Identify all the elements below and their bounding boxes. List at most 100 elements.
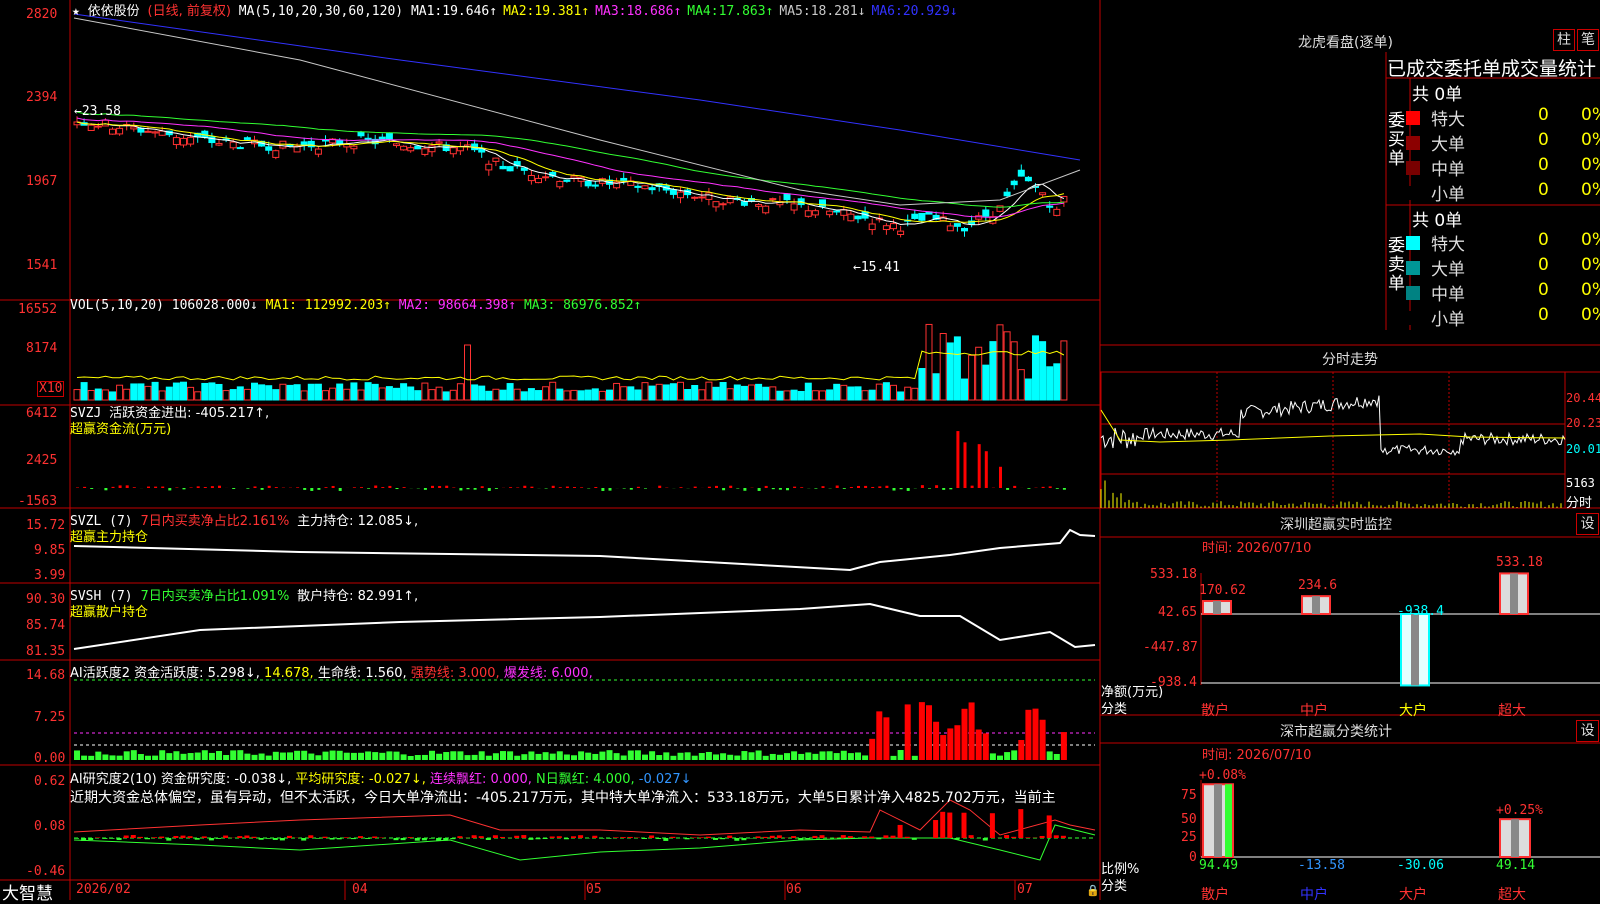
activity-bar bbox=[1011, 750, 1017, 760]
volume-bar bbox=[656, 384, 662, 400]
candle-body bbox=[720, 204, 726, 205]
fundflow-bar bbox=[850, 487, 853, 488]
activity-bar bbox=[585, 753, 591, 760]
research-bar bbox=[571, 836, 576, 838]
svsh-sub: 超赢散户持仓 bbox=[70, 601, 148, 620]
volume-bar bbox=[741, 386, 747, 400]
order-count: 0 bbox=[1538, 280, 1549, 300]
research-bar bbox=[663, 838, 668, 841]
intraday-title: 分时走势 bbox=[1322, 349, 1378, 369]
y-tick: 2820 bbox=[26, 7, 57, 22]
ma-value-4: MA4: bbox=[687, 4, 718, 19]
volume-bar bbox=[102, 390, 108, 400]
y-tick: -447.87 bbox=[1143, 640, 1198, 655]
research-bar bbox=[862, 836, 867, 838]
volume-bar bbox=[770, 387, 776, 400]
candle-body bbox=[88, 125, 94, 130]
research-bar bbox=[607, 838, 612, 839]
fundflow-bar bbox=[623, 488, 626, 489]
volume-bar bbox=[308, 384, 314, 400]
fundflow-bar bbox=[609, 488, 612, 491]
volume-bar bbox=[216, 384, 222, 400]
research-bar bbox=[756, 836, 761, 838]
monitor-settings-button[interactable]: 设 bbox=[1576, 513, 1599, 535]
candle-body bbox=[805, 211, 811, 217]
research-bar bbox=[940, 812, 945, 838]
volume-bar bbox=[990, 342, 996, 400]
volume-bar bbox=[301, 391, 307, 400]
volume-bar bbox=[749, 385, 755, 400]
sell-order-row: 特大00% bbox=[1406, 230, 1596, 254]
star-icon[interactable]: ★ bbox=[72, 4, 80, 19]
research-bar bbox=[1061, 836, 1066, 838]
y-tick: 0.62 bbox=[34, 774, 65, 789]
y-tick: 0 bbox=[1189, 850, 1197, 865]
activity-bar bbox=[706, 752, 712, 760]
y-tick: -0.46 bbox=[26, 864, 65, 879]
research-bar bbox=[954, 838, 959, 840]
classify-change-label: +0.08% bbox=[1199, 768, 1246, 783]
activity-bar bbox=[465, 755, 471, 760]
volume-bar bbox=[791, 390, 797, 400]
classify-category-label: 散户 bbox=[1201, 884, 1229, 904]
candle-body bbox=[635, 186, 641, 187]
volume-bar bbox=[436, 387, 442, 400]
volume-bar bbox=[280, 384, 286, 400]
candle-body bbox=[493, 158, 499, 161]
research-bar bbox=[1004, 835, 1009, 838]
candle-body bbox=[898, 231, 904, 234]
ai2-header: AI研究度2(10) 资金研究度: -0.038↓, 平均研究度: -0.027… bbox=[70, 768, 692, 787]
color-swatch bbox=[1406, 286, 1420, 300]
chart-canvas[interactable] bbox=[0, 0, 1600, 900]
candle-body bbox=[408, 148, 414, 151]
monitor-cat-label: 分类 bbox=[1101, 698, 1127, 717]
activity-bar bbox=[344, 753, 350, 760]
activity-bar bbox=[720, 753, 726, 760]
activity-bar bbox=[713, 754, 719, 760]
bar-mode-button[interactable]: 柱 bbox=[1553, 29, 1575, 51]
fundflow-bar bbox=[566, 487, 569, 488]
candle-body bbox=[855, 216, 861, 219]
activity-bar bbox=[834, 753, 840, 760]
fundflow-bar bbox=[999, 467, 1002, 488]
tick-mode-button[interactable]: 笔 bbox=[1577, 29, 1599, 51]
y-tick: 81.35 bbox=[26, 644, 65, 659]
fundflow-bar bbox=[83, 487, 86, 488]
fundflow-bar bbox=[438, 486, 441, 488]
volume-bar bbox=[1018, 370, 1024, 400]
vol-unit[interactable]: X10 bbox=[37, 381, 64, 397]
activity-bar bbox=[259, 754, 265, 760]
fundflow-bar bbox=[885, 486, 888, 488]
x-tick: 2026/02 bbox=[76, 882, 131, 897]
fundflow-bar bbox=[190, 487, 193, 488]
candle-body bbox=[145, 131, 151, 132]
buy-order-row: 中单00% bbox=[1406, 155, 1596, 179]
research-bar bbox=[514, 836, 519, 838]
candle-body bbox=[891, 224, 897, 229]
candle-body bbox=[429, 146, 435, 152]
fundflow-bar bbox=[694, 487, 697, 488]
fundflow-bar bbox=[467, 488, 470, 489]
order-size-label: 特大 bbox=[1431, 105, 1465, 130]
activity-bar bbox=[926, 705, 932, 760]
lock-icon[interactable]: 🔒 bbox=[1086, 884, 1100, 897]
candle-body bbox=[585, 181, 591, 186]
activity-bar bbox=[351, 753, 357, 760]
fundflow-bar bbox=[367, 488, 370, 489]
volume-bar bbox=[876, 384, 882, 400]
fundflow-bar bbox=[935, 485, 938, 488]
period-label[interactable]: (日线, 前复权) bbox=[148, 4, 231, 19]
fundflow-bar bbox=[1006, 488, 1009, 490]
volume-bar bbox=[1047, 367, 1053, 400]
fundflow-bar bbox=[708, 487, 711, 488]
classify-settings-button[interactable]: 设 bbox=[1576, 720, 1599, 742]
activity-bar bbox=[670, 756, 676, 760]
fundflow-bar bbox=[268, 486, 271, 488]
volume-bar bbox=[394, 388, 400, 400]
activity-bar bbox=[947, 728, 953, 760]
x-tick: 06 bbox=[786, 882, 802, 897]
volume-bar bbox=[912, 388, 918, 400]
activity-bar bbox=[578, 751, 584, 760]
activity-bar bbox=[685, 752, 691, 760]
activity-bar bbox=[252, 755, 258, 760]
